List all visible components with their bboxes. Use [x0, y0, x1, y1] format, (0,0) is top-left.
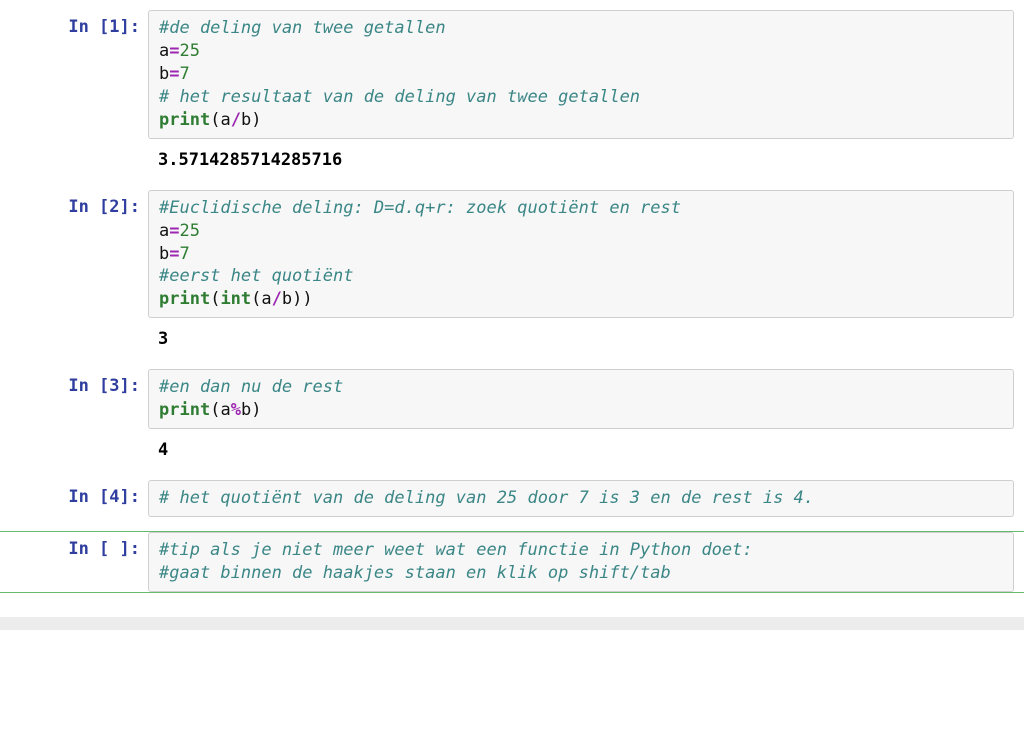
code-token: /: [231, 110, 241, 130]
code-token: b: [241, 400, 251, 420]
code-token: a: [220, 400, 230, 420]
code-cell[interactable]: In [1]:#de deling van twee getallen a=25…: [0, 10, 1024, 139]
code-cell[interactable]: In [2]: #Euclidische deling: D=d.q+r: zoe…: [0, 190, 1024, 319]
input-prompt: In [1]:: [0, 10, 148, 39]
code-token: 25: [180, 41, 200, 61]
code-token: %: [231, 400, 241, 420]
code-token: a: [261, 289, 271, 309]
code-token: 25: [180, 221, 200, 241]
code-token: =: [169, 64, 179, 84]
input-prompt: In [3]:: [0, 369, 148, 398]
output-text: 4: [148, 433, 1024, 464]
code-token: (: [251, 289, 261, 309]
code-token: (: [210, 289, 220, 309]
code-token: =: [169, 41, 179, 61]
output-row: .4: [0, 433, 1024, 464]
code-token: #en dan nu de rest: [159, 377, 343, 397]
notebook-container: In [1]:#de deling van twee getallen a=25…: [0, 10, 1024, 607]
code-token: a: [159, 41, 169, 61]
code-token: a: [220, 110, 230, 130]
code-token: #tip als je niet meer weet wat een funct…: [159, 540, 753, 560]
code-token: # het quotiënt van de deling van 25 door…: [159, 488, 814, 508]
code-token: print: [159, 289, 210, 309]
code-token: 7: [180, 64, 190, 84]
code-token: print: [159, 400, 210, 420]
output-row: .3: [0, 322, 1024, 353]
code-cell[interactable]: In [4]: # het quotiënt van de deling van …: [0, 480, 1024, 517]
code-token: # het resultaat van de deling van twee g…: [159, 87, 640, 107]
output-text: 3.5714285714285716: [148, 143, 1024, 174]
code-token: b: [282, 289, 292, 309]
output-prompt-spacer: .: [0, 322, 148, 351]
code-token: print: [159, 110, 210, 130]
output-row: .3.5714285714285716: [0, 143, 1024, 174]
code-token: a: [159, 221, 169, 241]
code-input-area[interactable]: #de deling van twee getallen a=25 b=7 # …: [148, 10, 1014, 139]
code-token: ): [251, 110, 261, 130]
code-token: b: [159, 64, 169, 84]
code-token: =: [169, 221, 179, 241]
code-token: (: [210, 110, 220, 130]
code-cell[interactable]: In [3]:#en dan nu de rest print(a%b): [0, 369, 1024, 429]
code-token: int: [220, 289, 251, 309]
output-prompt-spacer: .: [0, 433, 148, 462]
code-input-area[interactable]: #Euclidische deling: D=d.q+r: zoek quoti…: [148, 190, 1014, 319]
code-token: #de deling van twee getallen: [159, 18, 446, 38]
code-token: =: [169, 244, 179, 264]
code-input-area[interactable]: # het quotiënt van de deling van 25 door…: [148, 480, 1014, 517]
code-token: 7: [180, 244, 190, 264]
code-token: #gaat binnen de haakjes staan en klik op…: [159, 563, 671, 583]
code-token: )): [292, 289, 312, 309]
code-token: b: [159, 244, 169, 264]
output-text: 3: [148, 322, 1024, 353]
code-token: b: [241, 110, 251, 130]
input-prompt: In [ ]:: [0, 532, 148, 561]
input-prompt: In [2]:: [0, 190, 148, 219]
output-prompt-spacer: .: [0, 143, 148, 172]
code-token: #eerst het quotiënt: [159, 266, 353, 286]
code-token: ): [251, 400, 261, 420]
horizontal-scrollbar[interactable]: [0, 617, 1024, 630]
code-input-area[interactable]: #tip als je niet meer weet wat een funct…: [148, 532, 1014, 592]
code-input-area[interactable]: #en dan nu de rest print(a%b): [148, 369, 1014, 429]
code-token: (: [210, 400, 220, 420]
input-prompt: In [4]:: [0, 480, 148, 509]
code-cell[interactable]: In [ ]: #tip als je niet meer weet wat ee…: [0, 531, 1024, 593]
code-token: #Euclidische deling: D=d.q+r: zoek quoti…: [159, 198, 681, 218]
code-token: /: [272, 289, 282, 309]
